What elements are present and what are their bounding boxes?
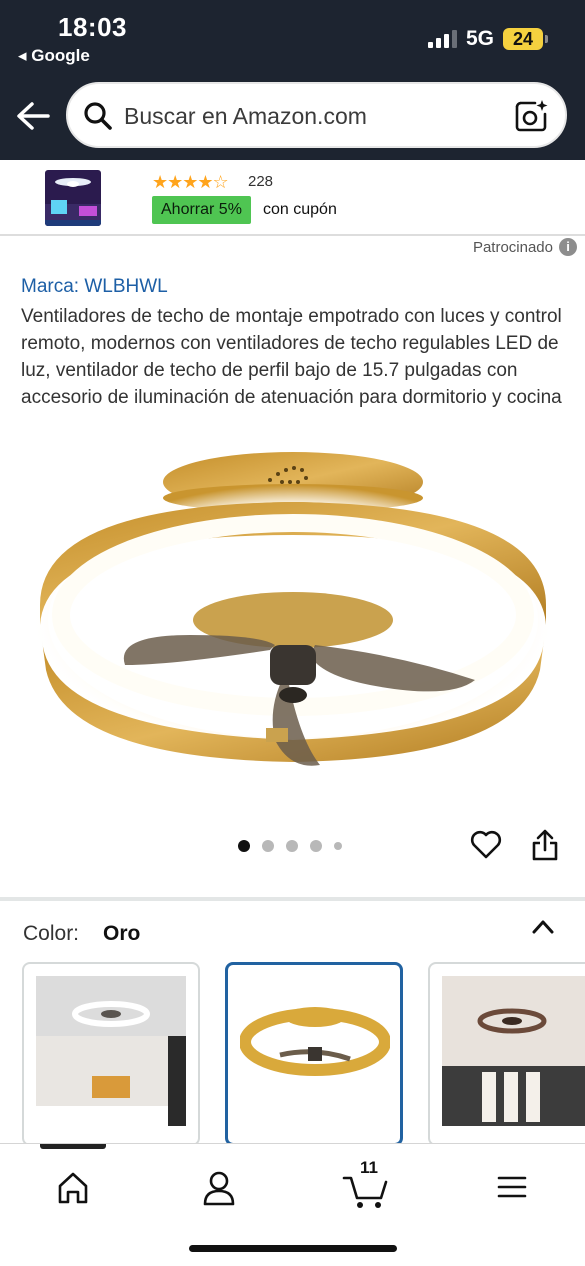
signal-icon [428, 30, 457, 48]
carousel-dot[interactable] [286, 840, 298, 852]
section-divider [0, 897, 585, 901]
color-swatch-white[interactable] [22, 962, 200, 1146]
account-icon[interactable] [189, 1162, 249, 1212]
ad-review-count: 228 [248, 173, 274, 190]
carousel-dot[interactable] [334, 842, 342, 850]
camera-icon[interactable] [513, 98, 549, 134]
header: 18:03 ◂ Google 5G 24 [0, 0, 585, 160]
info-icon[interactable]: i [559, 238, 577, 256]
home-icon[interactable] [43, 1162, 103, 1212]
chevron-up-icon[interactable] [530, 916, 556, 938]
color-swatch-brown[interactable] [428, 962, 585, 1146]
carousel-dot[interactable] [262, 840, 274, 852]
product-image[interactable] [20, 440, 565, 790]
carousel-dot[interactable] [238, 840, 250, 852]
ad-product-thumbnail [45, 170, 101, 226]
nav-active-indicator [40, 1144, 106, 1149]
ad-rating-stars: ★★★★☆ [152, 172, 229, 192]
menu-icon[interactable] [482, 1162, 542, 1212]
heart-icon[interactable] [470, 830, 502, 860]
cart-count: 11 [360, 1158, 378, 1177]
coupon-text: con cupón [263, 201, 337, 218]
status-time: 18:03 [58, 12, 127, 42]
sponsored-ad-banner[interactable]: ★★★★☆ 228 Ahorrar 5% con cupón [0, 160, 585, 236]
swatch-image [36, 976, 186, 1126]
carousel-dot[interactable] [310, 840, 322, 852]
sponsored-label[interactable]: Patrocinado i [473, 238, 577, 256]
coupon-badge: Ahorrar 5% [152, 196, 251, 224]
image-carousel-dots[interactable] [238, 840, 342, 852]
back-to-google-link[interactable]: ◂ Google [18, 46, 90, 66]
home-indicator [189, 1245, 397, 1252]
battery-icon: 24 [503, 28, 543, 50]
swatch-image [442, 976, 585, 1126]
battery-tip [545, 35, 548, 43]
back-arrow-icon[interactable] [14, 97, 52, 135]
color-label: Color: [23, 922, 80, 945]
swatch-image [240, 977, 390, 1127]
search-bar[interactable] [66, 82, 567, 148]
sponsored-text: Patrocinado [472, 238, 553, 256]
color-swatch-gold[interactable] [225, 962, 403, 1146]
search-icon [84, 102, 112, 130]
color-value: Oro [103, 922, 141, 945]
search-input[interactable] [124, 98, 494, 134]
brand-link[interactable]: Marca: WLBHWL [21, 276, 168, 298]
product-title: Ventiladores de techo de montaje empotra… [21, 306, 562, 408]
share-icon[interactable] [531, 828, 559, 862]
network-type: 5G [466, 27, 495, 50]
